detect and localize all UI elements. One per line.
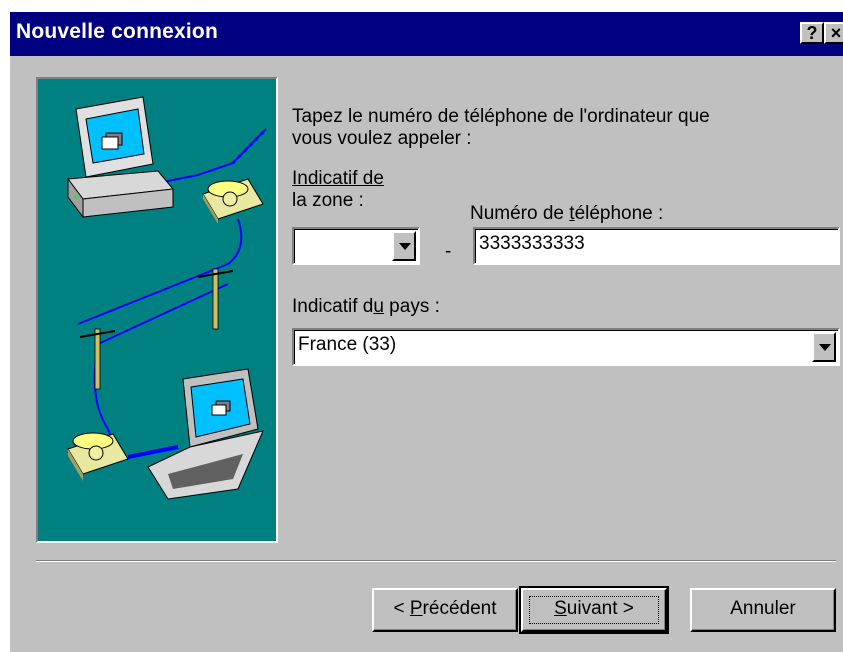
window-title: Nouvelle connexion (16, 20, 218, 43)
dropdown-arrow-icon[interactable] (812, 332, 836, 362)
back-label-mnemonic: P (409, 598, 423, 619)
next-button[interactable]: Suivant > (519, 586, 669, 634)
help-icon[interactable]: ? (800, 22, 824, 44)
cancel-button[interactable]: Annuler (690, 588, 836, 632)
telegraph-pole-icon (79, 268, 234, 390)
close-icon[interactable]: × (824, 22, 843, 44)
phone-label-post: éléphone : (574, 203, 664, 224)
focus-rect (529, 596, 659, 624)
separator-dash: - (445, 241, 452, 262)
area-code-label-line-1: Indicatif de (292, 168, 384, 190)
country-code-label: Indicatif du pays : (292, 296, 440, 318)
back-label-pre: < (393, 598, 410, 619)
country-code-select[interactable]: France (33) (292, 328, 840, 366)
phone-number-value: 3333333333 (479, 233, 585, 254)
telephone-icon (202, 178, 264, 224)
phone-number-input[interactable]: 3333333333 (473, 227, 840, 265)
country-label-mnemonic: u (373, 296, 384, 317)
country-label-pre: Indicatif d (292, 296, 374, 317)
laptop-icon (147, 368, 264, 500)
area-code-label-line-2: la zone : (292, 190, 364, 211)
area-code-combobox[interactable] (292, 227, 420, 265)
network-illustration-graphic (67, 96, 268, 500)
back-button[interactable]: < Précédent (372, 588, 518, 632)
instruction-line-2: vous voulez appeler : (292, 128, 472, 149)
back-label-post: récédent (422, 598, 497, 619)
dropdown-arrow-icon[interactable] (392, 231, 416, 261)
instruction-line-1: Tapez le numéro de téléphone de l'ordina… (292, 106, 710, 127)
country-code-value: France (33) (298, 334, 397, 355)
title-bar[interactable]: Nouvelle connexion ? × (10, 12, 843, 56)
phone-label-pre: Numéro de (470, 203, 570, 224)
divider (36, 560, 836, 562)
area-code-label-text: Indicatif de (292, 168, 384, 189)
phone-number-label: Numéro de téléphone : (470, 203, 663, 225)
wizard-illustration (36, 77, 278, 543)
telephone-icon (67, 432, 129, 481)
computer-icon (67, 96, 174, 219)
connection-wizard-dialog: Nouvelle connexion ? × Tapez le numéro d… (10, 12, 843, 652)
country-label-post: pays : (383, 296, 440, 317)
